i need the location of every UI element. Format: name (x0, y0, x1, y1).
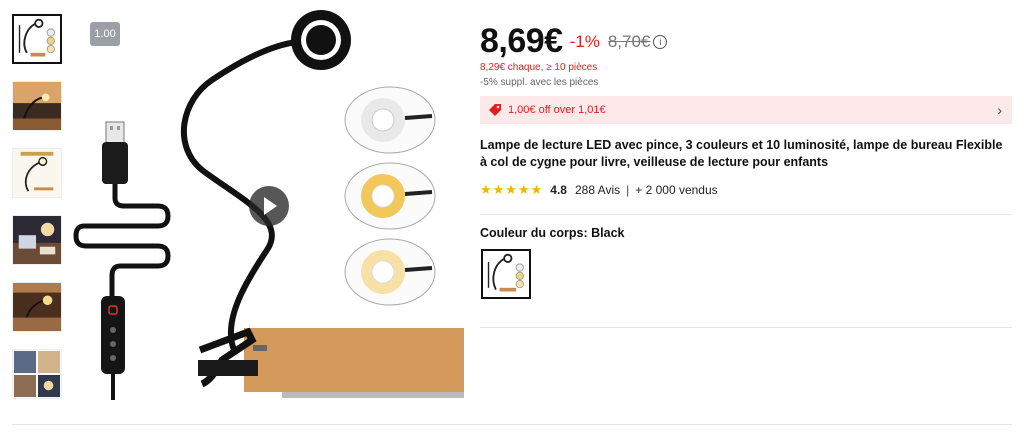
divider-top (480, 214, 1012, 215)
divider-swatches (480, 327, 1012, 328)
discount-percent: -1% (569, 31, 600, 51)
separator: | (626, 183, 630, 197)
extra-discount: -5% suppl. avec les pièces (480, 77, 599, 88)
chevron-right-icon: › (997, 102, 1002, 118)
thumb-lamp-reading[interactable] (12, 215, 62, 265)
play-video-button[interactable] (249, 186, 289, 226)
star-rating-icon: ★★★★★ (480, 182, 544, 197)
thumb-lamp-desk-scene[interactable] (12, 282, 62, 332)
thumb-lamp-in-room[interactable] (12, 81, 62, 131)
thumbnail-list (12, 14, 64, 416)
rating-score: 4.8 (550, 183, 567, 197)
price-row: 8,69€ -1% 8,70€ i (480, 22, 668, 61)
review-count[interactable]: 288 Avis (575, 183, 620, 197)
sold-count: + 2 000 vendus (635, 183, 718, 197)
tag-icon (489, 104, 501, 116)
product-title: Lampe de lecture LED avec pince, 3 coule… (480, 138, 1003, 169)
original-price: 8,70€ (607, 31, 651, 51)
bulk-price: 8,29€ chaque, ≥ 10 pièces (480, 62, 598, 73)
thumb-lamp-product-details[interactable] (12, 148, 62, 198)
info-icon[interactable]: i (653, 34, 668, 49)
color-label: Couleur du corps: Black (480, 226, 625, 240)
coupon-text: 1,00€ off over 1,01€ (508, 104, 606, 116)
thumb-lamp-white-bg[interactable] (12, 14, 62, 64)
rating-row[interactable]: ★★★★★ 4.8 288 Avis | + 2 000 vendus (480, 182, 718, 198)
thumb-lamp-collage[interactable] (12, 349, 62, 399)
coupon-banner[interactable]: 1,00€ off over 1,01€ › (480, 96, 1012, 124)
color-swatch-black[interactable] (481, 249, 531, 299)
divider-bottom (12, 424, 1012, 425)
current-price: 8,69€ (480, 22, 563, 60)
